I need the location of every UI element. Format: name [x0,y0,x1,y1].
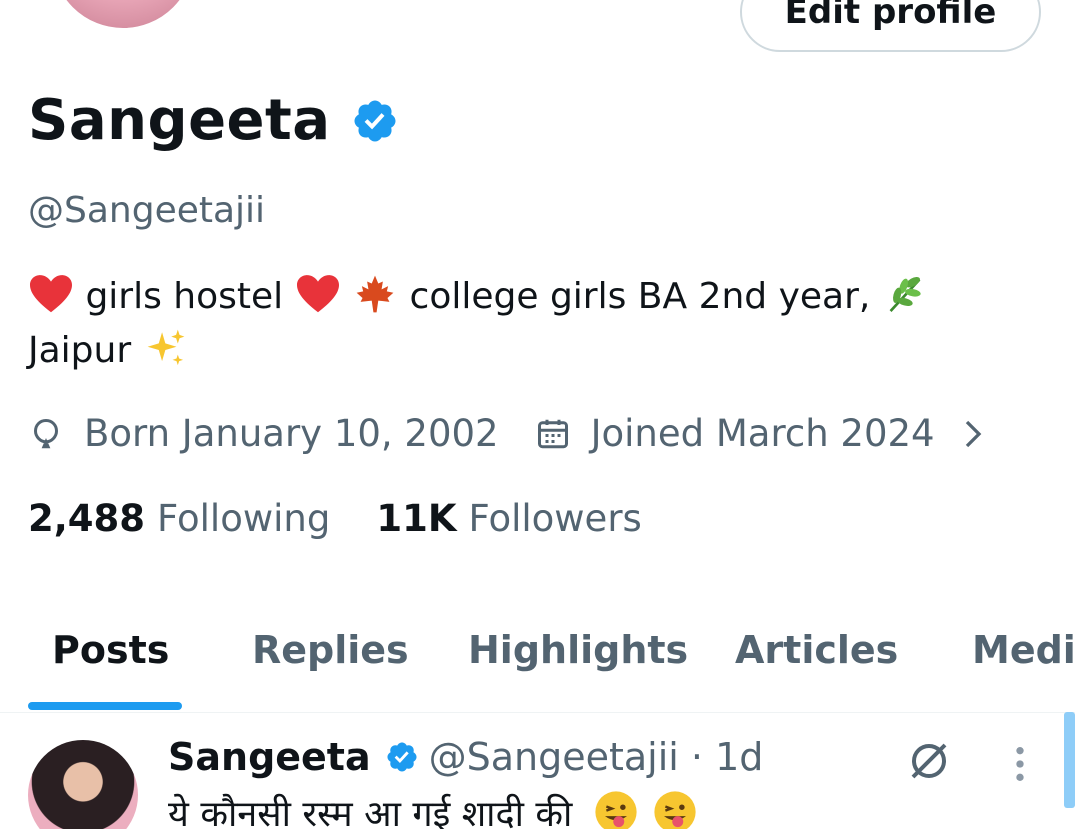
verified-badge-icon [387,742,417,772]
followers-count: 11K [376,497,457,540]
tab-articles[interactable]: Articles [735,628,898,672]
calendar-icon [537,419,568,448]
profile-handle: @Sangeetajii [28,190,266,231]
grok-icon[interactable] [905,737,953,785]
herb-icon [889,276,921,312]
tweet-header: Sangeeta @Sangeetajii · 1d [168,735,763,779]
scrollbar[interactable] [1064,712,1075,808]
profile-page: Edit profile Sangeeta @Sangeetajii girls… [0,0,1075,829]
tab-replies[interactable]: Replies [252,628,409,672]
winking-tongue-face-icon [654,791,696,829]
following-count: 2,488 [28,497,146,540]
verified-badge-icon [354,100,396,141]
red-heart-icon [296,275,339,313]
profile-avatar[interactable] [48,0,198,32]
tweet-body: ये कौनसी रस्म आ गई शादी की [168,794,573,829]
profile-tabs: Posts Replies Highlights Articles Media [0,600,1075,713]
edit-profile-label: Edit profile [784,0,997,32]
chevron-right-icon[interactable] [959,416,987,452]
followers-link[interactable]: 11K Followers [376,497,641,540]
profile-name-row: Sangeeta [28,88,399,153]
follow-stats: 2,488 Following 11K Followers [28,497,642,540]
balloon-icon [33,418,59,448]
red-heart-icon [30,275,72,313]
tab-media[interactable]: Media [972,628,1075,672]
tweet-handle-time: @Sangeetajii · 1d [428,735,764,779]
winking-tongue-face-icon [595,791,637,829]
bio-text-2: college girls BA 2nd year, [409,276,871,317]
maple-leaf-icon [356,275,394,313]
following-link[interactable]: 2,488 Following [28,497,330,540]
edit-profile-button[interactable]: Edit profile [740,0,1041,52]
tweet-author-name[interactable]: Sangeeta [168,735,371,779]
profile-meta-row: Born January 10, 2002 Joined March 2024 [28,412,987,455]
active-tab-indicator [28,702,182,710]
tab-highlights[interactable]: Highlights [468,628,688,672]
profile-name: Sangeeta [28,88,331,153]
tweet-text: ये कौनसी रस्म आ गई शादी की [168,788,697,829]
followers-label: Followers [468,497,642,540]
following-label: Following [157,497,331,540]
sparkles-icon [147,329,184,366]
bio-text-1: girls hostel [85,276,284,317]
profile-bio: girls hostel college girls BA 2nd year, … [28,270,988,378]
joined-text: Joined March 2024 [590,412,935,455]
bio-text-3: Jaipur [28,330,132,371]
tweet-avatar[interactable] [28,740,138,829]
birthday-text: Born January 10, 2002 [84,412,499,455]
more-vertical-icon[interactable] [1008,744,1032,784]
tab-posts[interactable]: Posts [52,628,169,672]
